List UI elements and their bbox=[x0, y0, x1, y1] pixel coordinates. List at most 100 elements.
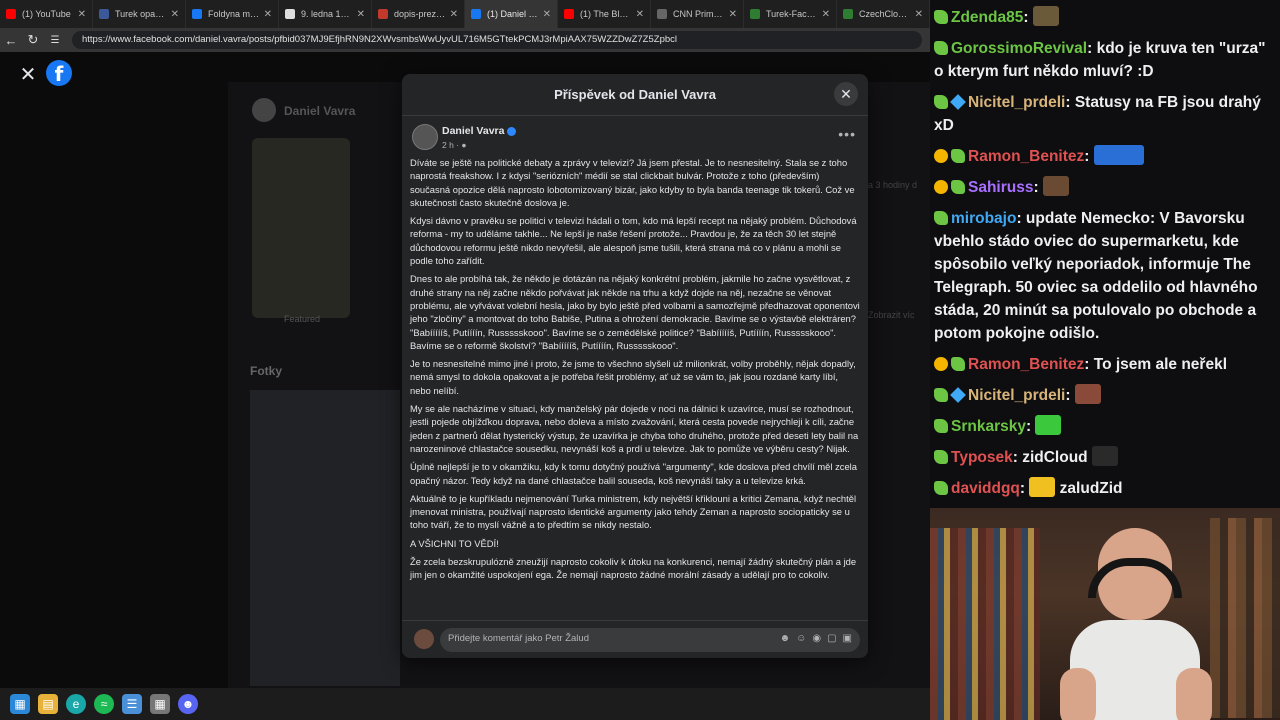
bookshelf bbox=[930, 528, 1040, 720]
browser-tab[interactable]: CzechCloud Str ✕ bbox=[837, 0, 930, 28]
chat-emote-icon[interactable] bbox=[1032, 6, 1059, 26]
chat-message: mirobajo: update Nemecko: V Bavorsku vbe… bbox=[934, 207, 1276, 345]
sticker-icon[interactable]: ▣ bbox=[843, 633, 852, 644]
post-timestamp[interactable]: 2 h · ● bbox=[442, 140, 467, 150]
author-avatar[interactable] bbox=[412, 124, 438, 150]
gem-badge-icon[interactable] bbox=[950, 94, 966, 110]
tab-close-icon[interactable]: ✕ bbox=[171, 9, 179, 20]
tab-close-icon[interactable]: ✕ bbox=[729, 9, 737, 20]
calculator-icon[interactable]: ▦ bbox=[150, 694, 170, 714]
lime-badge-icon[interactable] bbox=[934, 481, 948, 495]
tab-close-icon[interactable]: ✕ bbox=[636, 9, 644, 20]
lime-badge-icon[interactable] bbox=[951, 357, 965, 371]
gif-icon[interactable]: ▢ bbox=[827, 633, 836, 644]
lime-badge-icon[interactable] bbox=[934, 388, 948, 402]
browser-tab[interactable]: Foldyna má pravdu ✕ bbox=[186, 0, 279, 28]
chat-username[interactable]: Zdenda85 bbox=[951, 9, 1023, 26]
tab-close-icon[interactable]: ✕ bbox=[543, 9, 551, 20]
tab-favicon-icon bbox=[750, 9, 760, 19]
chat-username[interactable]: Srnkarsky bbox=[951, 418, 1026, 435]
lime-badge-icon[interactable] bbox=[934, 211, 948, 225]
shelf-right bbox=[1210, 518, 1280, 718]
browser-tab[interactable]: (1) Daniel Vavra ✕ bbox=[465, 0, 558, 28]
gem-badge-icon[interactable] bbox=[950, 387, 966, 403]
tab-close-icon[interactable]: ✕ bbox=[915, 9, 923, 20]
lime-badge-icon[interactable] bbox=[934, 41, 948, 55]
lime-badge-icon[interactable] bbox=[951, 180, 965, 194]
browser-tab[interactable]: Turek-Facebook ✕ bbox=[744, 0, 837, 28]
chat-separator: : bbox=[1016, 210, 1026, 227]
tab-close-icon[interactable]: ✕ bbox=[357, 9, 365, 20]
coin-badge-icon[interactable] bbox=[934, 180, 948, 194]
browser-tab[interactable]: Turek opakovaně ✕ bbox=[93, 0, 186, 28]
chat-emote-icon[interactable] bbox=[1091, 446, 1118, 466]
browser-tab[interactable]: (1) YouTube ✕ bbox=[0, 0, 93, 28]
lime-badge-icon[interactable] bbox=[951, 149, 965, 163]
file-explorer-icon[interactable]: ▤ bbox=[38, 694, 58, 714]
chat-username[interactable]: Nicitel_prdeli bbox=[968, 94, 1065, 111]
url-field[interactable]: https://www.facebook.com/daniel.vavra/po… bbox=[72, 31, 922, 49]
lime-badge-icon[interactable] bbox=[934, 10, 948, 24]
chat-username[interactable]: Sahiruss bbox=[968, 179, 1033, 196]
reload-icon[interactable]: ↻ bbox=[22, 32, 44, 48]
chat-username[interactable]: Nicitel_prdeli bbox=[968, 387, 1065, 404]
chat-username[interactable]: Ramon_Benitez bbox=[968, 148, 1084, 165]
avatar bbox=[252, 98, 276, 122]
more-options-icon[interactable]: ••• bbox=[838, 126, 856, 142]
close-dialog-button[interactable]: ✕ bbox=[834, 82, 858, 106]
tab-close-icon[interactable]: ✕ bbox=[264, 9, 272, 20]
avatar-sticker-icon[interactable]: ☻ bbox=[780, 633, 791, 644]
chat-separator: : bbox=[1012, 449, 1023, 466]
tab-label: 9. ledna 10:00 - bbox=[301, 9, 353, 19]
chat-emote-icon[interactable] bbox=[1042, 176, 1069, 196]
browser-tab[interactable]: (1) The Blood of ✕ bbox=[558, 0, 651, 28]
see-more-link: Zobrazit víc bbox=[868, 310, 915, 320]
chat-message: Zdenda85: bbox=[934, 6, 1276, 29]
tab-close-icon[interactable]: ✕ bbox=[822, 9, 830, 20]
photos-heading: Fotky bbox=[250, 364, 283, 378]
close-icon[interactable]: ✕ bbox=[18, 62, 38, 87]
lime-badge-icon[interactable] bbox=[934, 450, 948, 464]
emoji-icon[interactable]: ☺ bbox=[796, 633, 806, 644]
tab-close-icon[interactable]: ✕ bbox=[450, 9, 458, 20]
chat-emote-icon[interactable] bbox=[1029, 477, 1056, 497]
camera-icon[interactable]: ◉ bbox=[812, 633, 821, 644]
spotify-icon[interactable]: ≈ bbox=[94, 694, 114, 714]
site-info-icon[interactable]: ☰ bbox=[44, 35, 66, 46]
facebook-logo-icon[interactable]: f bbox=[46, 60, 72, 86]
verified-icon bbox=[507, 126, 517, 136]
chat-username[interactable]: mirobajo bbox=[951, 210, 1016, 227]
notepad-icon[interactable]: ☰ bbox=[122, 694, 142, 714]
chat-username[interactable]: GorossimoRevival bbox=[951, 40, 1087, 57]
chat-emote-icon[interactable] bbox=[1093, 145, 1144, 165]
chat-username[interactable]: daviddgq bbox=[951, 480, 1020, 497]
back-icon[interactable]: ← bbox=[0, 33, 22, 48]
tab-label: Turek-Facebook bbox=[766, 9, 818, 19]
chat-message: GorossimoRevival: kdo je kruva ten "urza… bbox=[934, 37, 1276, 83]
chat-text: zaludZid bbox=[1059, 480, 1123, 497]
edge-icon[interactable]: e bbox=[66, 694, 86, 714]
post-author[interactable]: Daniel Vavra bbox=[442, 125, 517, 137]
post-paragraph: Úplně nejlepší je to v okamžiku, kdy k t… bbox=[410, 461, 857, 486]
lime-badge-icon[interactable] bbox=[934, 95, 948, 109]
chat-emote-icon[interactable] bbox=[1035, 415, 1062, 435]
start-icon[interactable]: ▦ bbox=[10, 694, 30, 714]
chat-emote-icon[interactable] bbox=[1074, 384, 1101, 404]
browser-tab[interactable]: CNN Prima News ✕ bbox=[651, 0, 744, 28]
tab-close-icon[interactable]: ✕ bbox=[78, 9, 86, 20]
timestamp-text[interactable]: 2 h · bbox=[442, 140, 461, 150]
stream-chat: Zdenda85: GorossimoRevival: kdo je kruva… bbox=[930, 0, 1280, 508]
coin-badge-icon[interactable] bbox=[934, 357, 948, 371]
chat-username[interactable]: Typosek bbox=[951, 449, 1013, 466]
browser-tab[interactable]: 9. ledna 10:00 - ✕ bbox=[279, 0, 372, 28]
lime-badge-icon[interactable] bbox=[934, 419, 948, 433]
chat-username[interactable]: Ramon_Benitez bbox=[968, 356, 1084, 373]
browser-window: (1) YouTube✕Turek opakovaně✕Foldyna má p… bbox=[0, 0, 930, 688]
coin-badge-icon[interactable] bbox=[934, 149, 948, 163]
comment-tools: ☻ ☺ ◉ ▢ ▣ bbox=[780, 633, 852, 644]
author-name[interactable]: Daniel Vavra bbox=[442, 125, 504, 137]
address-bar: ← ↻ ☰ https://www.facebook.com/daniel.va… bbox=[0, 28, 930, 52]
browser-tab[interactable]: dopis-prezidenta ✕ bbox=[372, 0, 465, 28]
chat-message: Typosek: zidCloud bbox=[934, 446, 1276, 469]
discord-icon[interactable]: ☻ bbox=[178, 694, 198, 714]
